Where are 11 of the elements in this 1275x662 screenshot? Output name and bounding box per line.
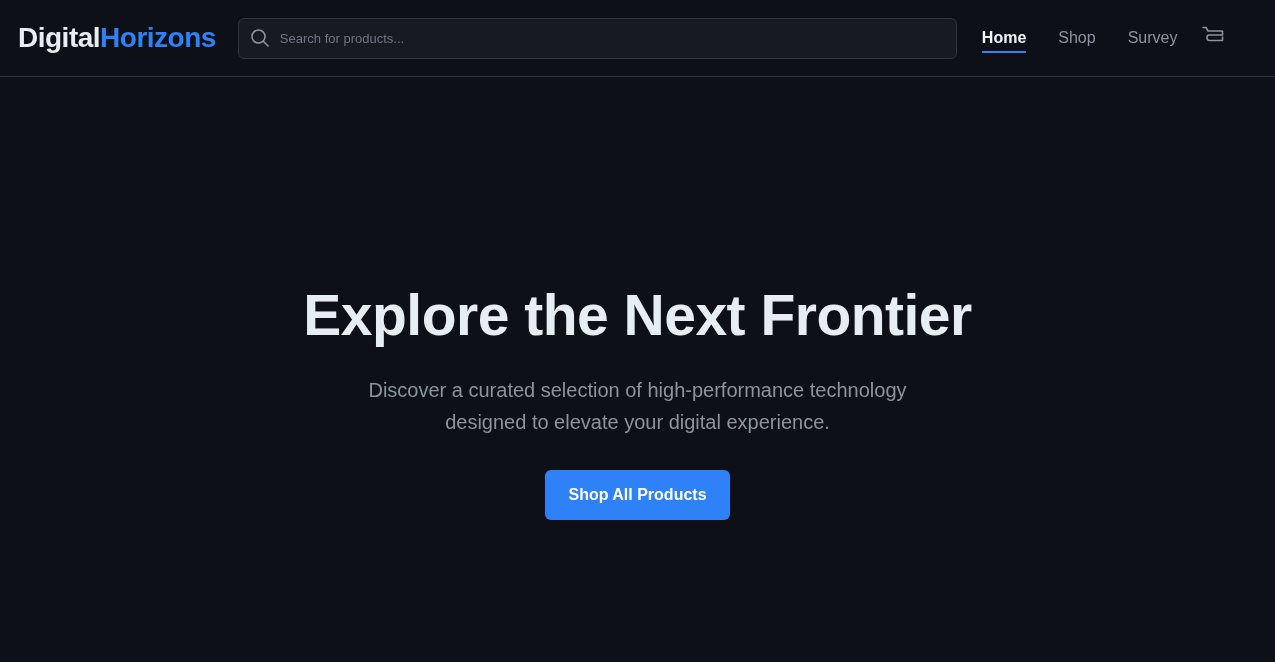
logo[interactable]: DigitalHorizons	[18, 24, 216, 52]
hero-title: Explore the Next Frontier	[303, 282, 972, 349]
cart-icon	[1202, 25, 1225, 43]
nav-link[interactable]: Home	[981, 23, 1027, 53]
nav-link[interactable]: Shop	[1058, 23, 1096, 53]
shop-all-button[interactable]: Shop All Products	[545, 470, 730, 520]
cart-button[interactable]	[1202, 25, 1225, 43]
search-field[interactable]: Search for products...	[237, 17, 957, 59]
nav-link[interactable]: Survey	[1127, 23, 1178, 53]
search-icon	[250, 28, 269, 47]
hero-subtitle: Discover a curated selection of high-performance technology designed to elevate your digital experience.	[367, 378, 908, 435]
